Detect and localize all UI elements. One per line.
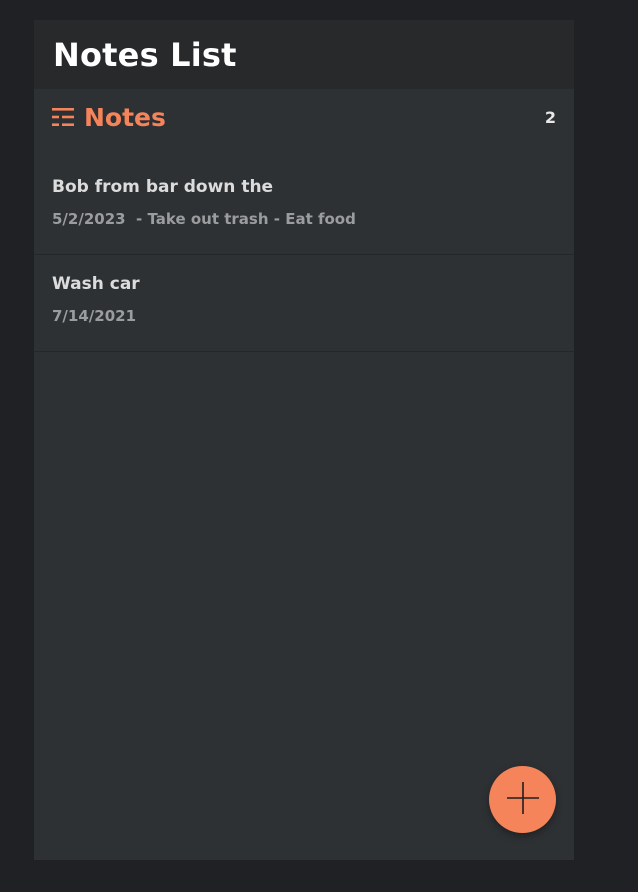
notes-count: 2 [544, 107, 556, 127]
note-meta: 5/2/2023 - Take out trash - Eat food [52, 210, 356, 228]
note-item[interactable]: Bob from bar down the 5/2/2023 - Take ou… [34, 158, 574, 255]
note-item[interactable]: Wash car 7/14/2021 [34, 255, 574, 352]
notes-list-icon [52, 107, 74, 127]
add-note-button[interactable] [489, 766, 556, 833]
note-title: Wash car [52, 274, 140, 294]
plus-icon [506, 781, 540, 819]
note-list: Bob from bar down the 5/2/2023 - Take ou… [34, 158, 574, 352]
section-title: Notes [84, 102, 166, 132]
note-meta: 7/14/2021 [52, 307, 137, 325]
app-header: Notes List [34, 20, 574, 89]
notes-app: Notes List Notes 2 Bob from bar down the… [34, 20, 574, 860]
page-title: Notes List [53, 35, 237, 74]
note-title: Bob from bar down the [52, 177, 274, 197]
notes-section-header: Notes 2 [34, 89, 574, 145]
